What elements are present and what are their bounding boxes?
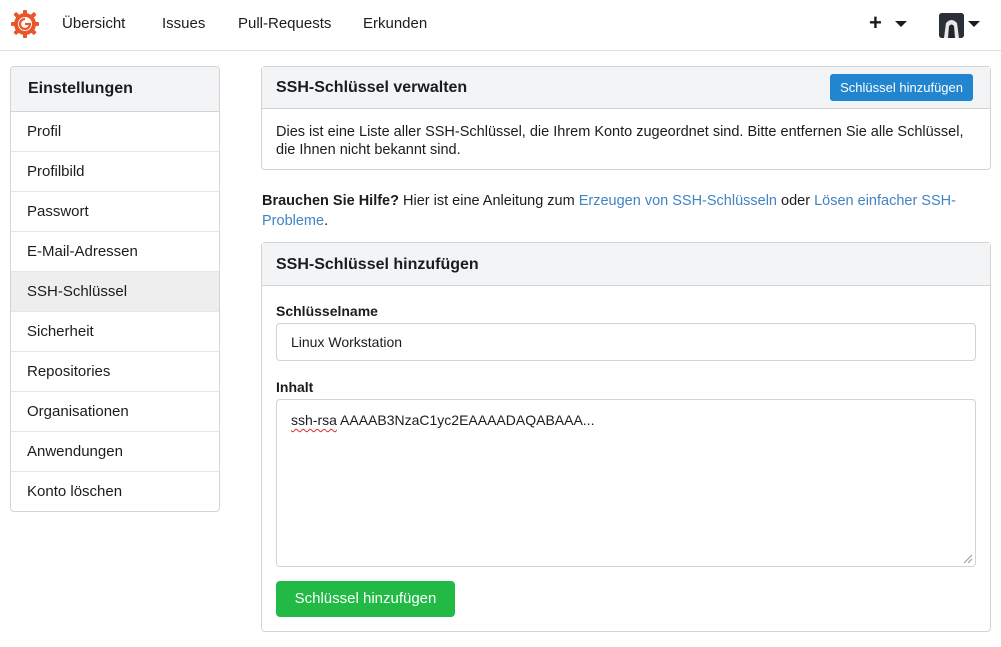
help-text-2: oder xyxy=(777,193,815,209)
sidebar-item-password[interactable]: Passwort xyxy=(11,192,219,232)
add-ssh-key-title: SSH-Schlüssel hinzufügen xyxy=(276,256,479,273)
settings-sidebar: Einstellungen Profil Profilbild Passwort… xyxy=(10,66,220,512)
key-content-prefix: ssh-rsa xyxy=(291,412,337,428)
add-ssh-key-header: SSH-Schlüssel hinzufügen xyxy=(262,243,990,286)
key-content-rest: AAAAB3NzaC1yc2EAAAADAQABAAA... xyxy=(336,412,595,428)
sidebar-item-security[interactable]: Sicherheit xyxy=(11,312,219,352)
nav-pull-requests[interactable]: Pull-Requests xyxy=(238,15,331,32)
chevron-down-icon[interactable] xyxy=(895,21,907,27)
sidebar-item-delete-account[interactable]: Konto löschen xyxy=(11,472,219,511)
nav-explore[interactable]: Erkunden xyxy=(363,15,427,32)
nav-issues[interactable]: Issues xyxy=(162,15,205,32)
nav-overview[interactable]: Übersicht xyxy=(62,15,125,32)
key-content-textarea[interactable]: ssh-rsa AAAAB3NzaC1yc2EAAAADAQABAAA... xyxy=(276,399,976,567)
sidebar-item-profile[interactable]: Profil xyxy=(11,112,219,152)
manage-ssh-keys-title: SSH-Schlüssel verwalten xyxy=(276,79,468,96)
gitea-logo-icon[interactable] xyxy=(10,9,40,39)
generate-ssh-keys-link[interactable]: Erzeugen von SSH-Schlüsseln xyxy=(579,193,777,209)
sidebar-item-avatar[interactable]: Profilbild xyxy=(11,152,219,192)
top-navbar: Übersicht Issues Pull-Requests Erkunden … xyxy=(0,0,1001,51)
resize-handle-icon[interactable] xyxy=(961,552,973,564)
manage-ssh-keys-header: SSH-Schlüssel verwalten Schlüssel hinzuf… xyxy=(262,67,990,109)
manage-ssh-keys-panel: SSH-Schlüssel verwalten Schlüssel hinzuf… xyxy=(261,66,991,170)
chevron-down-icon[interactable] xyxy=(968,21,980,27)
plus-icon[interactable]: + xyxy=(869,12,882,34)
key-name-value: Linux Workstation xyxy=(291,334,403,350)
add-key-button[interactable]: Schlüssel hinzufügen xyxy=(830,74,973,101)
avatar[interactable] xyxy=(939,13,964,38)
key-content-label: Inhalt xyxy=(276,379,314,395)
sidebar-title: Einstellungen xyxy=(11,67,219,112)
help-text-1: Hier ist eine Anleitung zum xyxy=(398,193,579,209)
sidebar-item-applications[interactable]: Anwendungen xyxy=(11,432,219,472)
manage-ssh-keys-description: Dies ist eine Liste aller SSH-Schlüssel,… xyxy=(276,124,964,158)
sidebar-item-ssh-keys[interactable]: SSH-Schlüssel xyxy=(11,272,219,312)
sidebar-item-repositories[interactable]: Repositories xyxy=(11,352,219,392)
submit-add-key-button[interactable]: Schlüssel hinzufügen xyxy=(276,581,455,617)
add-ssh-key-panel: SSH-Schlüssel hinzufügen Schlüsselname L… xyxy=(261,242,991,632)
help-bold: Brauchen Sie Hilfe? xyxy=(262,193,399,209)
help-text-3: . xyxy=(324,213,329,229)
sidebar-item-emails[interactable]: E-Mail-Adressen xyxy=(11,232,219,272)
sidebar-item-organizations[interactable]: Organisationen xyxy=(11,392,219,432)
key-name-input[interactable]: Linux Workstation xyxy=(276,323,976,361)
help-text: Brauchen Sie Hilfe? Hier ist eine Anleit… xyxy=(262,191,962,231)
key-name-label: Schlüsselname xyxy=(276,303,378,319)
